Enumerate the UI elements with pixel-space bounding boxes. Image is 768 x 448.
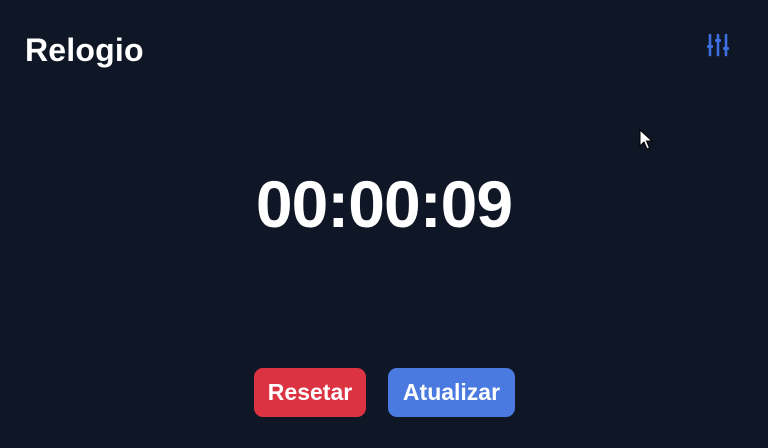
- settings-button[interactable]: [702, 28, 734, 62]
- sliders-icon: [707, 33, 729, 57]
- reset-button[interactable]: Resetar: [254, 368, 366, 417]
- update-button[interactable]: Atualizar: [388, 368, 515, 417]
- clock-app: Relogio 00:00:09 Resetar Atualizar: [0, 0, 768, 448]
- timer-display: 00:00:09: [255, 167, 513, 241]
- mouse-cursor-icon: [639, 128, 654, 156]
- page-title: Relogio: [25, 32, 144, 68]
